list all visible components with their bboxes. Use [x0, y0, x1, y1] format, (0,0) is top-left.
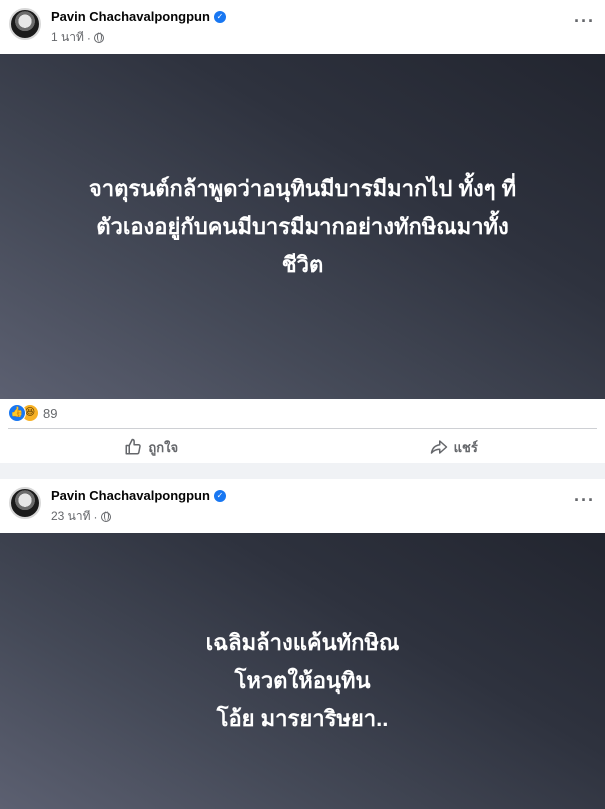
post-text-line: ชีวิต	[281, 251, 324, 277]
share-label: แชร์	[453, 439, 478, 455]
post-timestamp[interactable]: 1 นาที	[51, 28, 84, 47]
post-meta: 1 นาที ·	[51, 28, 104, 47]
verified-badge-icon: ✓	[213, 10, 226, 23]
post-meta: 23 นาที ·	[51, 507, 111, 526]
more-options-icon[interactable]: ···	[574, 491, 595, 509]
author-name-text[interactable]: Pavin Chachavalpongpun	[51, 488, 210, 503]
post-text-line: จาตุรนต์กล้าพูดว่าอนุทินมีบารมีมากไป ทั้…	[88, 175, 517, 201]
reaction-count[interactable]: 89	[43, 406, 57, 421]
post-actions: ถูกใจ แชร์	[0, 433, 605, 461]
post-2: Pavin Chachavalpongpun ✓ 23 นาที · ··· เ…	[0, 479, 605, 809]
share-button[interactable]: แชร์	[303, 433, 605, 461]
post-text-line: โอ้ย มารยาริษยา..	[216, 706, 389, 731]
author-name-text[interactable]: Pavin Chachavalpongpun	[51, 9, 210, 24]
reactions-summary[interactable]: 👍 😆 89	[8, 404, 57, 422]
meta-separator: ·	[86, 30, 91, 45]
like-label: ถูกใจ	[148, 439, 179, 455]
like-reaction-icon: 👍	[8, 404, 26, 422]
share-arrow-icon	[430, 440, 447, 454]
post-text-background[interactable]: เฉลิมล้างแค้นทักษิณ โหวตให้อนุทิน โอ้ย ม…	[0, 533, 605, 809]
post-text-line: โหวตให้อนุทิน	[234, 668, 371, 693]
globe-icon[interactable]	[93, 32, 104, 43]
more-options-icon[interactable]: ···	[574, 12, 595, 30]
like-button[interactable]: ถูกใจ	[0, 433, 303, 461]
avatar[interactable]	[9, 487, 41, 519]
post-text-line: เฉลิมล้างแค้นทักษิณ	[205, 630, 400, 655]
post-header: Pavin Chachavalpongpun ✓ 23 นาที · ···	[0, 479, 605, 533]
meta-separator: ·	[93, 509, 98, 524]
post-header: Pavin Chachavalpongpun ✓ 1 นาที · ···	[0, 0, 605, 54]
post-timestamp[interactable]: 23 นาที	[51, 507, 91, 526]
avatar[interactable]	[9, 8, 41, 40]
thumbs-up-icon	[125, 438, 142, 455]
post-text: จาตุรนต์กล้าพูดว่าอนุทินมีบารมีมากไป ทั้…	[23, 170, 583, 284]
post-text-line: ตัวเองอยู่กับคนมีบารมีมากอย่างทักษิณมาทั…	[96, 213, 509, 239]
post-1: Pavin Chachavalpongpun ✓ 1 นาที · ··· จา…	[0, 0, 605, 463]
verified-badge-icon: ✓	[213, 489, 226, 502]
divider	[8, 428, 597, 429]
post-text: เฉลิมล้างแค้นทักษิณ โหวตให้อนุทิน โอ้ย ม…	[23, 604, 583, 738]
author-name[interactable]: Pavin Chachavalpongpun ✓	[51, 9, 226, 24]
author-name[interactable]: Pavin Chachavalpongpun ✓	[51, 488, 226, 503]
globe-icon[interactable]	[100, 511, 111, 522]
post-text-background[interactable]: จาตุรนต์กล้าพูดว่าอนุทินมีบารมีมากไป ทั้…	[0, 54, 605, 399]
